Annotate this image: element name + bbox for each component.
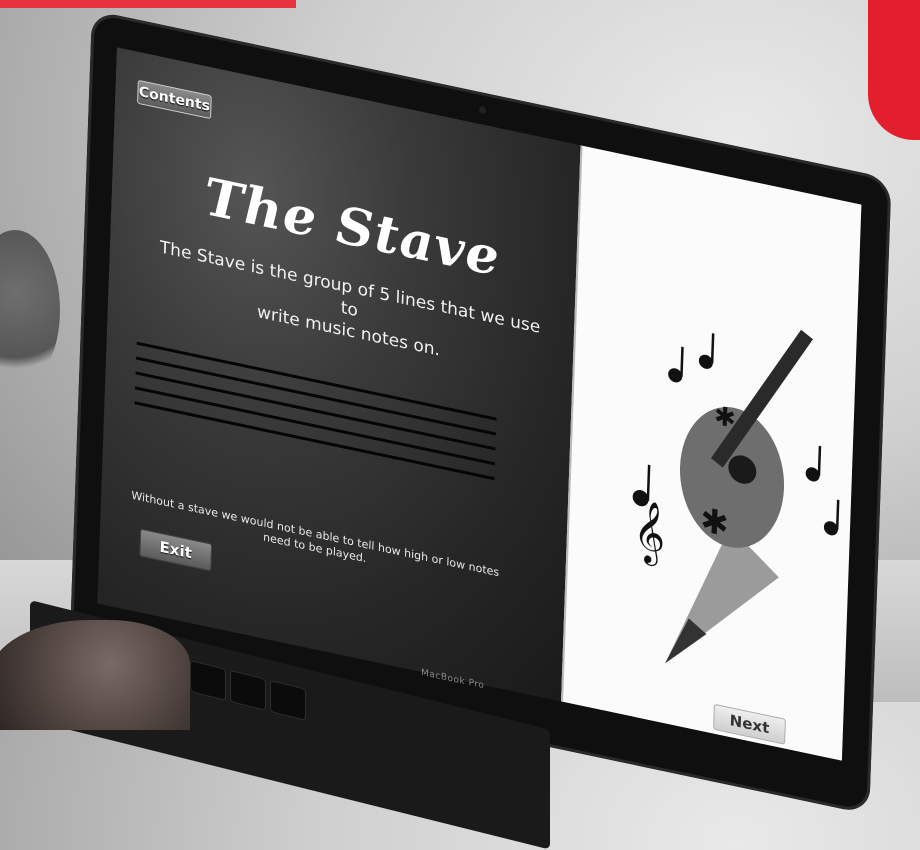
stave-line — [134, 401, 495, 481]
footnote-line-1: Without a stave we would not be able to … — [131, 488, 500, 580]
keyboard-key — [190, 659, 226, 701]
keyboard-key — [230, 669, 266, 711]
svg-text:✱: ✱ — [714, 401, 737, 435]
music-stave — [134, 341, 497, 488]
corner-red-shape — [868, 0, 920, 140]
keyboard-key — [270, 679, 306, 721]
top-red-bar — [0, 0, 296, 8]
guitar-music-notes-illustration: 𝄞 ✱ ✱ — [632, 329, 840, 664]
contents-button[interactable]: Contents — [137, 79, 212, 120]
background-plant — [0, 230, 60, 390]
next-button[interactable]: Next — [713, 703, 786, 745]
lesson-panel: Contents The Stave The Stave is the grou… — [97, 47, 581, 702]
camera-icon — [479, 105, 487, 115]
illustration-panel: 𝄞 ✱ ✱ Next — [561, 145, 862, 761]
stave-line — [135, 386, 495, 466]
user-hand — [0, 620, 190, 730]
exit-button[interactable]: Exit — [139, 528, 213, 572]
svg-text:𝄞: 𝄞 — [632, 496, 666, 569]
svg-text:✱: ✱ — [700, 500, 730, 545]
